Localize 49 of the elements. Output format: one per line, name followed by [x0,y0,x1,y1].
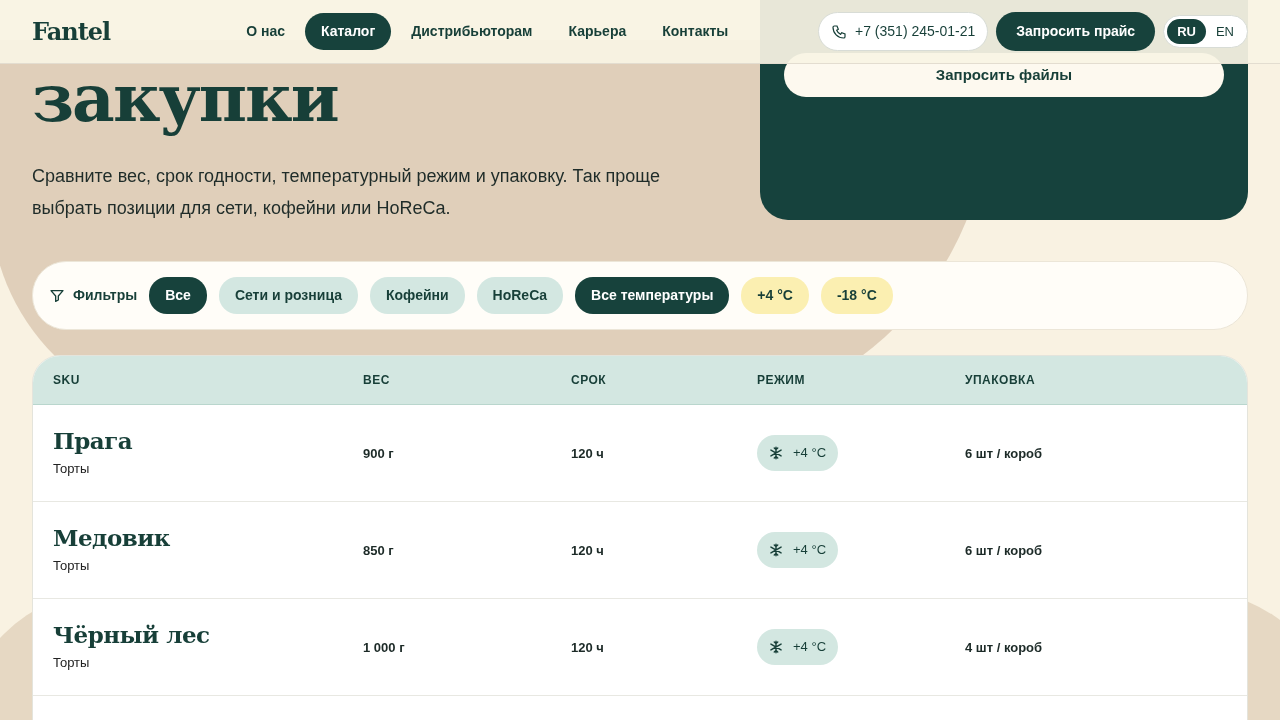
snowflake-icon [769,446,783,460]
request-price-button[interactable]: Запросить прайс [996,12,1156,51]
table-cell: 4 шт / короб [965,639,1043,655]
filter-chip[interactable]: -18 °C [820,277,893,314]
table-cell: 850 г [363,542,394,558]
table-cell: 120 ч [571,542,604,558]
nav-link[interactable]: Карьера [552,13,643,50]
language-option[interactable]: EN [1205,18,1244,45]
nav-link[interactable]: Каталог [305,13,392,50]
column-header: SKU [52,372,81,389]
snowflake-icon [769,543,783,557]
temperature-badge: +4 °C [757,532,839,568]
snowflake-icon [769,640,783,654]
language-option[interactable]: RU [1167,18,1206,45]
logo[interactable]: Fantel [32,13,111,50]
product-category: Торты [53,460,91,479]
table-cell: 6 шт / короб [965,542,1043,558]
filter-chip[interactable]: Все температуры [575,277,730,314]
temperature-badge: +4 °C [757,629,839,665]
column-header: СРОК [571,372,608,389]
column-header: ВЕС [363,372,391,389]
phone-number: +7 (351) 245-01-21 [855,22,976,41]
filter-chip[interactable]: Все [149,277,207,314]
phone-icon [831,23,847,40]
filter-icon [49,287,65,304]
product-name: Чёрный лес [53,621,211,650]
nav-link[interactable]: Дистрибьюторам [395,13,549,50]
filters-label: Фильтры [73,286,138,305]
nav-link[interactable]: Контакты [646,13,745,50]
column-header: РЕЖИМ [757,372,806,389]
hero-text: Сравните вес, срок годности, температурный режим и упаковку. Так проще выбрать позиции для сети, кофейни или HoReCa. [32,164,661,220]
temperature-badge: +4 °C [757,435,839,471]
product-category: Торты [53,557,91,576]
table-cell: 120 ч [571,639,604,655]
column-header: УПАКОВКА [965,372,1036,389]
table-cell: 6 шт / короб [965,445,1043,461]
table-cell: 1 000 г [363,639,405,655]
table-cell: 900 г [363,445,394,461]
table-cell: 120 ч [571,445,604,461]
product-name: Прага [53,427,134,456]
filter-chip[interactable]: HoReCa [476,277,564,314]
phone-link[interactable]: +7 (351) 245-01-21 [818,12,989,51]
hero-title: закупки [32,58,339,139]
filter-chip[interactable]: +4 °C [741,277,809,314]
product-name: Медовик [53,524,171,553]
product-category: Торты [53,654,91,673]
filter-chip[interactable]: Сети и розница [218,277,358,314]
filter-chip[interactable]: Кофейни [369,277,465,314]
nav-link[interactable]: О нас [230,13,301,50]
